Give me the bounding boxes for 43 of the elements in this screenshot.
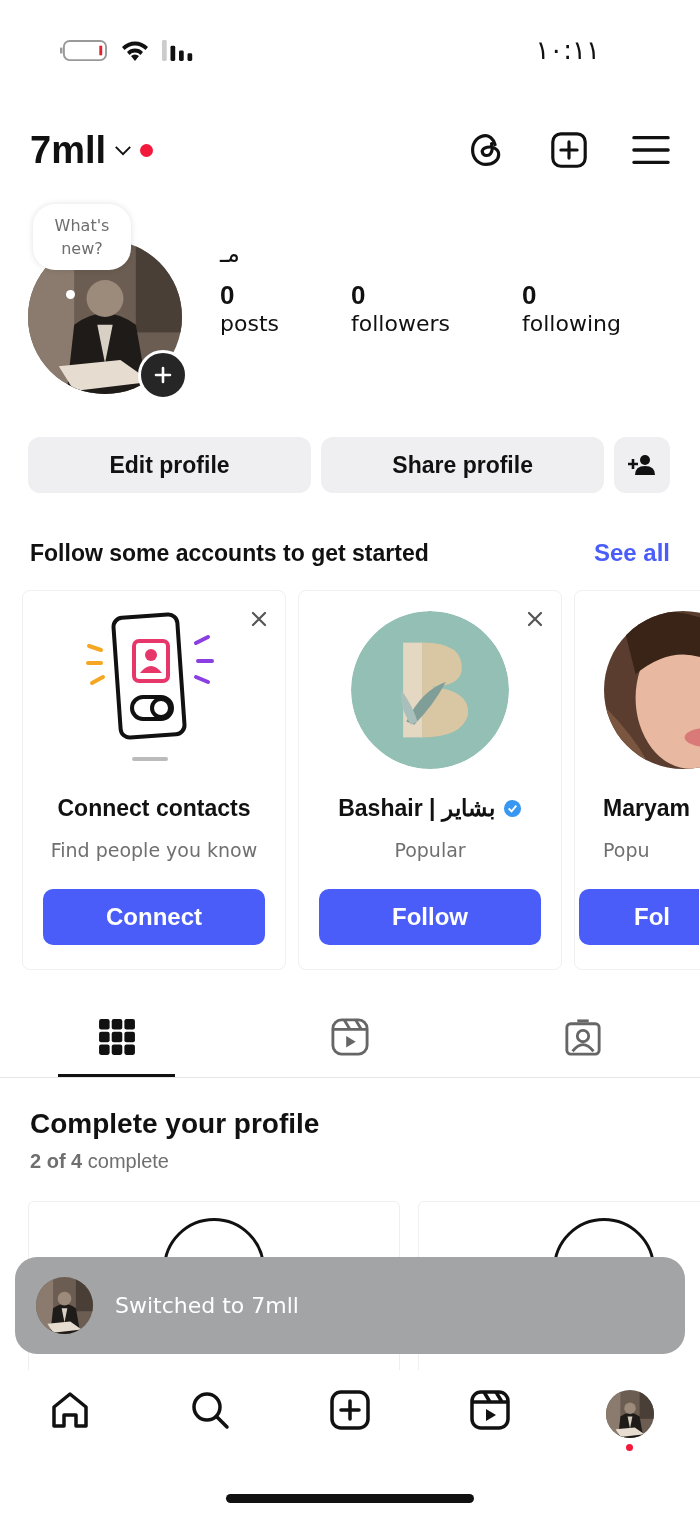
home-icon[interactable] [50,1390,90,1430]
profile-action-button[interactable]: Edit profile [28,437,312,493]
stat-label[interactable]: posts [220,311,351,336]
close-icon[interactable] [527,611,543,627]
grid-icon [97,1018,136,1056]
bubble-tail [66,290,75,299]
display-name: مـ [220,240,241,270]
stat-label[interactable]: followers [351,311,522,336]
battery-icon [60,38,108,62]
progress-text: 2 of 4 complete [30,1150,170,1173]
card-subtitle: Popular [394,839,466,861]
chevron-down-icon[interactable] [114,144,133,156]
card-action-button[interactable]: Connect [43,889,265,945]
reels-icon [331,1018,369,1056]
add-person-button[interactable] [614,437,670,493]
see-all-link[interactable]: See all [593,539,670,567]
username[interactable]: 7mll [30,128,107,172]
card-subtitle: Popu [603,839,650,861]
card-action-button[interactable]: Follow [319,889,541,945]
toast-message: Switched to 7mll [115,1293,299,1318]
card-action-button[interactable]: Fol [579,889,699,945]
tagged-icon [564,1018,603,1056]
stat-count: 0 [351,280,367,311]
card-subtitle: Find people you know [50,839,258,861]
add-person-icon [628,454,657,476]
section-title: Follow some accounts to get started [30,539,429,567]
note-bubble[interactable]: What's new? [33,204,131,270]
create-icon[interactable] [330,1390,370,1430]
create-icon[interactable] [550,132,588,168]
close-icon[interactable] [251,611,267,627]
card-title: Connect contacts [57,794,251,822]
search-icon[interactable] [190,1390,230,1430]
stat-label[interactable]: following [522,311,653,336]
stat-count: 0 [522,280,538,311]
clock-time: ١٠:١١ [535,35,600,65]
section-title: Complete your profile [30,1108,321,1140]
profile-action-button[interactable]: Share profile [321,437,605,493]
card-title: Bashair | بشاير [338,794,495,822]
card-title: Maryam [603,794,690,822]
stat-count: 0 [220,280,236,311]
wifi-icon [120,39,150,61]
reels-icon[interactable] [470,1390,510,1430]
plus-icon [153,365,173,385]
